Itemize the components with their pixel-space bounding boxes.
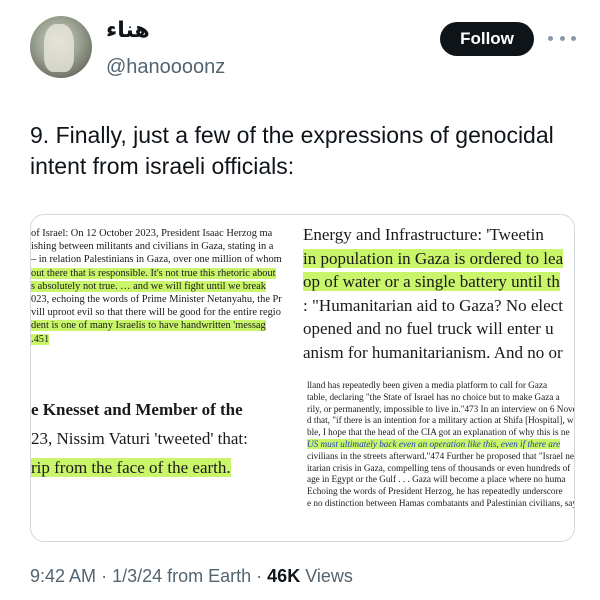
- excerpt-line-text: table, declaring "the State of Israel ha…: [307, 391, 560, 402]
- tweet-text: 9. Finally, just a few of the expression…: [30, 122, 554, 179]
- excerpt-line-text: e Knesset and Member of the: [31, 400, 243, 419]
- tweet-header: هناء @hanoooonz Follow: [0, 0, 600, 90]
- document-excerpt-4: lland has repeatedly been given a media …: [307, 380, 575, 530]
- excerpt-line-text: age in Egypt or the Gulf . . . Gaza will…: [307, 474, 566, 485]
- excerpt-line: of Israel: On 12 October 2023, President…: [31, 227, 303, 240]
- separator-dot: ·: [256, 566, 268, 586]
- excerpt-line: ishing between militants and civilians i…: [31, 240, 303, 253]
- tweet-media-image[interactable]: of Israel: On 12 October 2023, President…: [30, 214, 575, 542]
- excerpt-line-text: s absolutely not true. … and we will fig…: [31, 280, 266, 292]
- excerpt-line-text: rily, or permanently, impossible to live…: [307, 403, 575, 414]
- display-name[interactable]: هناء: [106, 18, 150, 43]
- excerpt-line-text: out there that is responsible. It's not …: [31, 267, 276, 279]
- excerpt-line-text: opened and no fuel truck will enter u: [303, 319, 554, 338]
- excerpt-line: lland has repeatedly been given a media …: [307, 380, 574, 392]
- excerpt-line-text: ble, I hope that the head of the CIA got…: [307, 427, 570, 438]
- excerpt-line-text: d that, "if there is an intention for a …: [307, 415, 575, 426]
- excerpt-line-text: ishing between militants and civilians i…: [31, 241, 274, 253]
- excerpt-line: dent is one of many Israelis to have han…: [31, 319, 303, 332]
- excerpt-line: US must ultimately back even an operatio…: [307, 438, 574, 451]
- excerpt-line: out there that is responsible. It's not …: [31, 267, 303, 280]
- excerpt-line-text: 023, echoing the words of Prime Minister…: [31, 294, 282, 306]
- excerpt-line: .451: [31, 333, 303, 346]
- excerpt-line: s absolutely not true. … and we will fig…: [31, 280, 303, 293]
- excerpt-line-text: lland has repeatedly been given a media …: [307, 380, 548, 390]
- excerpt-line: Echoing the words of President Herzog, h…: [307, 486, 574, 498]
- views-label: Views: [305, 566, 353, 586]
- excerpt-line: vill uproot evil so that there will be g…: [31, 306, 303, 319]
- excerpt-line: civilians in the streets afterward."474 …: [307, 450, 574, 463]
- excerpt-line: rily, or permanently, impossible to live…: [307, 403, 575, 416]
- excerpt-line: 23, Nissim Vaturi 'tweeted' that:: [31, 424, 303, 453]
- tweet-source: from Earth: [167, 566, 252, 586]
- document-excerpt-3: e Knesset and Member of the 23, Nissim Va…: [31, 395, 303, 505]
- excerpt-line-text: civilians in the streets afterward."474 …: [307, 450, 574, 461]
- excerpt-line-text: .451: [31, 333, 50, 345]
- tweet-date[interactable]: 1/3/24: [112, 566, 162, 586]
- excerpt-line: e no distinction between Hamas combatant…: [307, 497, 575, 510]
- excerpt-line: d that, "if there is an intention for a …: [307, 415, 575, 427]
- excerpt-line: itarian crisis in Gaza, compelling tens …: [307, 462, 574, 475]
- document-excerpt-1: of Israel: On 12 October 2023, President…: [31, 227, 303, 377]
- document-excerpt-2: Energy and Infrastructure: 'Tweetin in po…: [303, 223, 574, 373]
- user-handle[interactable]: @hanoooonz: [106, 56, 225, 79]
- separator-dot: ·: [101, 566, 113, 586]
- excerpt-line-text: : "Humanitarian aid to Gaza? No elect: [303, 295, 563, 315]
- excerpt-line-text: – in relation Palestinians in Gaza, over…: [31, 254, 282, 266]
- excerpt-line-text: e no distinction between Hamas combatant…: [307, 497, 575, 508]
- excerpt-line: op of water or a single battery until th: [303, 270, 574, 294]
- excerpt-line-text: op of water or a single battery until th: [303, 272, 560, 291]
- excerpt-line-text: of Israel: On 12 October 2023, President…: [31, 228, 273, 239]
- excerpt-line-text: in population in Gaza is ordered to lea: [303, 248, 564, 268]
- excerpt-line: Energy and Infrastructure: 'Tweetin: [303, 223, 574, 247]
- excerpt-line-text: Energy and Infrastructure: 'Tweetin: [303, 225, 544, 244]
- tweet-time[interactable]: 9:42 AM: [30, 566, 96, 586]
- excerpt-line: in population in Gaza is ordered to lea: [303, 247, 574, 271]
- views-count: 46K: [267, 566, 301, 586]
- excerpt-line: e Knesset and Member of the: [31, 395, 303, 424]
- excerpt-line-text: Echoing the words of President Herzog, h…: [307, 486, 563, 497]
- excerpt-line: age in Egypt or the Gulf . . . Gaza will…: [307, 474, 574, 486]
- excerpt-line-text: 23, Nissim Vaturi 'tweeted' that:: [31, 429, 248, 448]
- excerpt-line-text: anism for humanitarianism. And no or: [303, 342, 563, 362]
- more-options-icon[interactable]: [548, 28, 576, 48]
- excerpt-line: – in relation Palestinians in Gaza, over…: [31, 253, 303, 266]
- excerpt-line: anism for humanitarianism. And no or: [303, 341, 574, 365]
- excerpt-line-text: dent is one of many Israelis to have han…: [31, 320, 266, 332]
- excerpt-line-text: rip from the face of the earth.: [31, 458, 231, 477]
- excerpt-line: : "Humanitarian aid to Gaza? No elect: [303, 294, 574, 318]
- excerpt-line: table, declaring "the State of Israel ha…: [307, 391, 574, 404]
- excerpt-line: opened and no fuel truck will enter u: [303, 317, 574, 341]
- excerpt-line-text: itarian crisis in Gaza, compelling tens …: [307, 462, 571, 473]
- tweet-metadata: 9:42 AM · 1/3/24 from Earth · 46K Views: [30, 566, 353, 587]
- follow-button[interactable]: Follow: [440, 22, 534, 56]
- excerpt-line: rip from the face of the earth.: [31, 453, 303, 482]
- excerpt-line-text: US must ultimately back even an operatio…: [307, 438, 561, 449]
- excerpt-line: ble, I hope that the head of the CIA got…: [307, 427, 574, 439]
- excerpt-line-text: vill uproot evil so that there will be g…: [31, 307, 281, 319]
- excerpt-line: 023, echoing the words of Prime Minister…: [31, 293, 303, 306]
- avatar[interactable]: [30, 16, 92, 78]
- avatar-figure: [44, 24, 74, 72]
